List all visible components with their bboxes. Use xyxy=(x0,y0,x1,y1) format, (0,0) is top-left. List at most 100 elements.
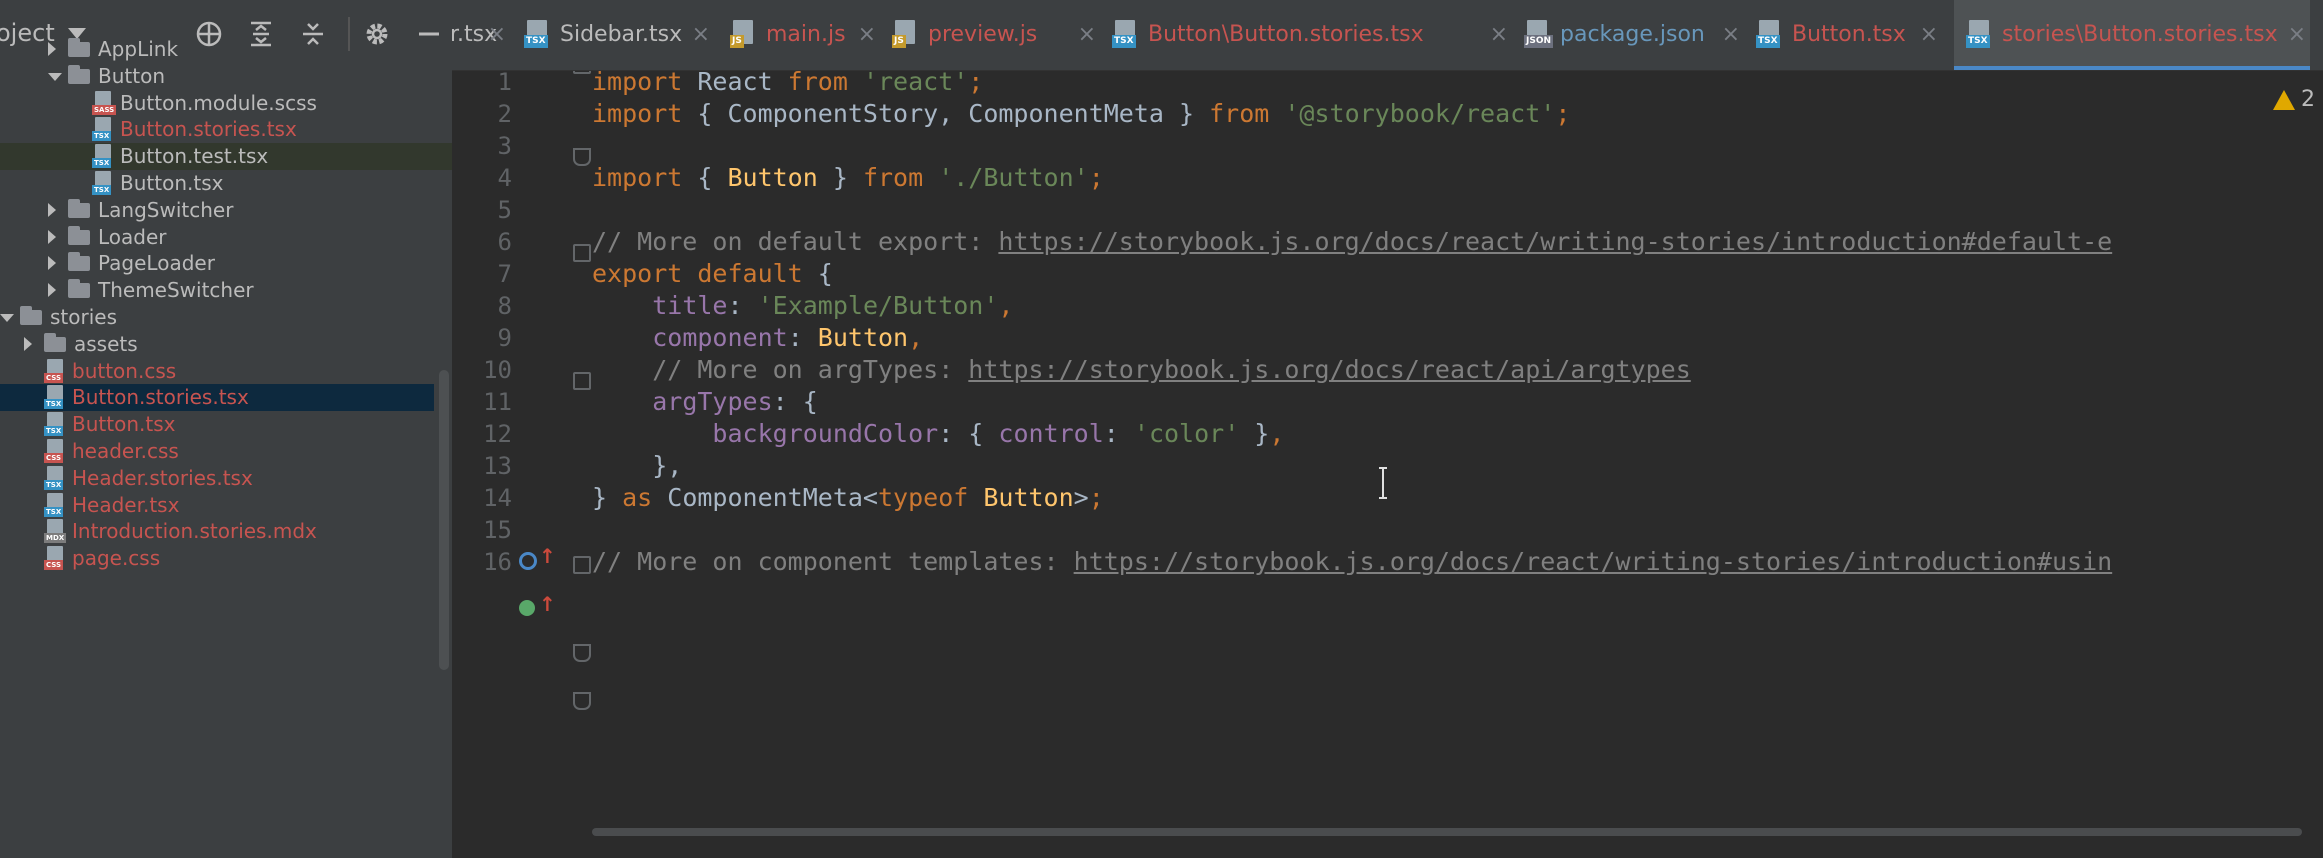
tree-folder[interactable]: PageLoader xyxy=(0,250,452,277)
code-line[interactable]: title: 'Example/Button', xyxy=(592,291,1013,320)
tree-item-label: header.css xyxy=(72,439,179,463)
tree-folder[interactable]: assets xyxy=(0,331,452,358)
chevron-right-icon[interactable] xyxy=(48,229,56,244)
tree-folder[interactable]: ThemeSwitcher xyxy=(0,277,452,304)
tree-file[interactable]: TSX Button.stories.tsx xyxy=(0,384,434,412)
tree-item-label: assets xyxy=(74,331,138,356)
code-line[interactable]: component: Button, xyxy=(592,323,923,352)
arrow-up-icon[interactable]: ↑ xyxy=(539,592,556,616)
tree-file[interactable]: CSS header.css xyxy=(0,438,452,465)
tab-label: Button.tsx xyxy=(1792,22,1906,47)
code-line[interactable]: // More on argTypes: https://storybook.j… xyxy=(592,355,1691,384)
chevron-right-icon[interactable] xyxy=(24,336,32,351)
tree-file[interactable]: CSS page.css xyxy=(0,545,452,572)
tree-folder[interactable]: AppLink xyxy=(0,36,452,63)
code-editor[interactable]: 2 1 2 3 4 5 6 7 8 9 10 11 12 13 14 15 16 import React f… xyxy=(452,71,2323,858)
folder-icon xyxy=(68,252,90,272)
code-line[interactable]: } as ComponentMeta<typeof Button>; xyxy=(592,483,1104,512)
fold-marker-icon[interactable] xyxy=(573,148,591,166)
editor-tab[interactable]: JS main.js × xyxy=(730,0,880,70)
code-line[interactable]: // More on default export: https://story… xyxy=(592,227,2112,256)
override-marker-icon[interactable] xyxy=(519,600,535,616)
horizontal-scrollbar[interactable] xyxy=(592,828,2302,836)
tree-file[interactable]: TSX Header.tsx xyxy=(0,492,452,519)
editor-tab[interactable]: TSX Button.tsx × xyxy=(1756,0,1942,70)
tab-label: package.json xyxy=(1560,22,1705,47)
chevron-right-icon[interactable] xyxy=(48,42,56,56)
line-number: 5 xyxy=(497,196,512,224)
code-line[interactable]: import { ComponentStory, ComponentMeta }… xyxy=(592,99,1570,128)
close-icon[interactable]: × xyxy=(1722,22,1740,48)
arrow-up-icon[interactable]: ↑ xyxy=(539,544,556,568)
tree-file[interactable]: SASS Button.module.scss xyxy=(0,90,452,117)
sidebar-scrollbar[interactable] xyxy=(439,370,449,670)
code-line[interactable]: // More on component templates: https://… xyxy=(592,547,2112,576)
tab-label: stories\Button.stories.tsx xyxy=(2002,22,2278,47)
line-number: 13 xyxy=(483,452,512,480)
fold-marker-icon[interactable] xyxy=(573,644,591,662)
tree-file[interactable]: TSX Button.stories.tsx xyxy=(0,116,452,143)
fold-marker-icon[interactable] xyxy=(573,372,591,390)
editor-tab[interactable]: JS preview.js × xyxy=(892,0,1100,70)
file-js-icon: JS xyxy=(730,20,758,48)
fold-marker-icon[interactable] xyxy=(573,692,591,710)
close-icon[interactable]: × xyxy=(858,22,876,48)
editor-tab[interactable]: r.tsx × xyxy=(452,0,510,70)
tree-file[interactable]: TSX Button.tsx xyxy=(0,170,452,197)
file-tsx-icon: TSX xyxy=(1112,20,1140,48)
tree-item-label: Header.stories.tsx xyxy=(72,465,253,490)
tree-item-label: Introduction.stories.mdx xyxy=(72,519,317,544)
file-tsx-icon: TSX xyxy=(92,144,116,169)
close-icon[interactable]: × xyxy=(1490,22,1508,48)
tree-folder[interactable]: Loader xyxy=(0,224,452,251)
editor-tab[interactable]: TSX Sidebar.tsx × xyxy=(524,0,714,70)
tree-file[interactable]: TSX Button.tsx xyxy=(0,411,452,438)
tree-item-label: Button.test.tsx xyxy=(120,144,269,169)
file-json-icon: JSON xyxy=(1524,20,1554,48)
close-icon[interactable]: × xyxy=(1078,22,1096,48)
implemented-marker-icon[interactable] xyxy=(519,552,537,570)
folder-icon xyxy=(68,64,90,84)
fold-marker-icon[interactable] xyxy=(573,71,591,74)
code-line[interactable]: export default { xyxy=(592,259,833,288)
chevron-right-icon[interactable] xyxy=(48,256,56,271)
file-tsx-icon: TSX xyxy=(524,20,552,48)
code-line[interactable]: argTypes: { xyxy=(592,387,818,416)
inspection-warnings[interactable]: 2 xyxy=(2273,87,2315,112)
tree-file[interactable]: TSX Button.test.tsx xyxy=(0,143,452,170)
file-tsx-icon: TSX xyxy=(44,465,68,490)
tree-folder[interactable]: LangSwitcher xyxy=(0,197,452,224)
chevron-right-icon[interactable] xyxy=(48,283,56,298)
code-line[interactable]: backgroundColor: { control: 'color' }, xyxy=(592,419,1284,448)
chevron-down-icon[interactable] xyxy=(0,314,14,322)
tree-file[interactable]: CSS button.css xyxy=(0,358,452,385)
fold-marker-icon[interactable] xyxy=(573,244,591,262)
line-number: 7 xyxy=(497,260,512,288)
tree-item-label: LangSwitcher xyxy=(98,197,234,222)
tree-item-label: AppLink xyxy=(98,37,179,61)
line-number: 14 xyxy=(483,484,512,512)
tree-folder[interactable]: stories xyxy=(0,304,452,331)
close-icon[interactable]: × xyxy=(488,22,506,48)
tree-item-label: Button.tsx xyxy=(72,412,176,437)
tree-file[interactable]: TSX Header.stories.tsx xyxy=(0,465,452,492)
tree-file[interactable]: MDX Introduction.stories.mdx xyxy=(0,518,452,545)
code-line[interactable]: import { Button } from './Button'; xyxy=(592,163,1104,192)
chevron-right-icon[interactable] xyxy=(48,202,56,217)
close-icon[interactable]: × xyxy=(692,22,710,48)
tree-item-label: page.css xyxy=(72,546,161,571)
chevron-down-icon[interactable] xyxy=(48,72,62,81)
close-icon[interactable]: × xyxy=(2288,22,2306,48)
tree-item-label: button.css xyxy=(72,358,177,383)
fold-marker-icon[interactable] xyxy=(573,556,591,574)
tree-item-label: PageLoader xyxy=(98,251,215,276)
folder-icon xyxy=(68,279,90,299)
editor-tab[interactable]: JSON package.json × xyxy=(1524,0,1744,70)
code-line[interactable]: }, xyxy=(592,451,682,480)
close-icon[interactable]: × xyxy=(1920,22,1938,48)
editor-tab[interactable]: TSX stories\Button.stories.tsx × xyxy=(1954,0,2310,70)
tree-folder[interactable]: Button xyxy=(0,63,452,90)
editor-tab[interactable]: TSX Button\Button.stories.tsx × xyxy=(1112,0,1512,70)
code-line[interactable]: import React from 'react'; xyxy=(592,71,983,96)
line-number: 3 xyxy=(497,132,512,160)
